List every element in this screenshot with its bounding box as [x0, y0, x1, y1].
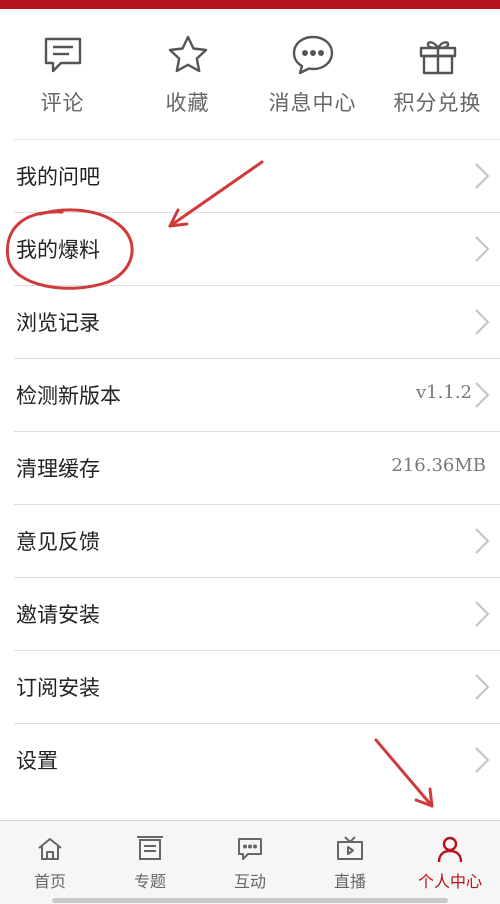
quick-label: 消息中心: [268, 91, 357, 115]
tab-topics[interactable]: 专题: [100, 821, 200, 904]
tv-icon: [335, 834, 365, 864]
menu-item-clear-cache[interactable]: 清理缓存 216.36MB: [14, 431, 500, 504]
menu-item-label: 设置: [16, 749, 58, 773]
tab-label: 直播: [333, 872, 366, 891]
menu-item-label: 清理缓存: [16, 457, 100, 481]
menu-item-my-wenba[interactable]: 我的问吧: [14, 139, 500, 212]
tab-label: 个人中心: [417, 872, 482, 891]
home-indicator: [52, 898, 448, 903]
quick-favorite[interactable]: 收藏: [125, 9, 250, 137]
tab-label: 互动: [233, 872, 266, 891]
comment-icon: [39, 31, 87, 79]
menu-item-check-update[interactable]: 检测新版本 v1.1.2: [14, 358, 500, 431]
chevron-right-icon: [475, 236, 490, 262]
chevron-right-icon: [475, 528, 490, 554]
menu-item-my-tips[interactable]: 我的爆料: [14, 212, 500, 285]
bottom-tab-bar: 首页 专题 互动 直播 个人中心: [0, 820, 500, 904]
menu-item-label: 邀请安装: [16, 603, 100, 627]
topic-icon: [135, 834, 165, 864]
quick-comment[interactable]: 评论: [0, 9, 125, 137]
menu-item-label: 我的问吧: [16, 165, 100, 189]
message-icon: [289, 31, 337, 79]
cache-size-value: 216.36MB: [391, 455, 486, 476]
menu-item-label: 意见反馈: [16, 530, 100, 554]
quick-points-exchange[interactable]: 积分兑换: [375, 9, 500, 137]
interact-icon: [235, 834, 265, 864]
person-icon: [435, 834, 465, 864]
menu-item-label: 浏览记录: [16, 311, 100, 335]
quick-label: 收藏: [165, 91, 210, 115]
tab-label: 首页: [33, 872, 66, 891]
quick-label: 积分兑换: [393, 91, 482, 115]
chevron-right-icon: [475, 163, 490, 189]
menu-item-invite-install[interactable]: 邀请安装: [14, 577, 500, 650]
menu-item-label: 检测新版本: [16, 384, 121, 408]
star-icon: [164, 31, 212, 79]
menu-item-settings[interactable]: 设置: [14, 723, 500, 796]
menu-item-label: 我的爆料: [16, 238, 100, 262]
tab-interact[interactable]: 互动: [200, 821, 300, 904]
menu-item-label: 订阅安装: [16, 676, 100, 700]
chevron-right-icon: [475, 382, 490, 408]
home-icon: [35, 834, 65, 864]
menu-item-subscribe-install[interactable]: 订阅安装: [14, 650, 500, 723]
version-value: v1.1.2: [416, 382, 472, 403]
gift-icon: [414, 31, 462, 79]
top-status-bar: [0, 0, 500, 9]
quick-messages[interactable]: 消息中心: [250, 9, 375, 137]
chevron-right-icon: [475, 309, 490, 335]
chevron-right-icon: [475, 674, 490, 700]
tab-live[interactable]: 直播: [300, 821, 400, 904]
tab-profile[interactable]: 个人中心: [400, 821, 500, 904]
chevron-right-icon: [475, 747, 490, 773]
quick-label: 评论: [40, 91, 85, 115]
menu-item-history[interactable]: 浏览记录: [14, 285, 500, 358]
quick-actions: 评论 收藏 消息中心 积分兑换: [0, 9, 500, 137]
menu-item-feedback[interactable]: 意见反馈: [14, 504, 500, 577]
tab-label: 专题: [133, 872, 166, 891]
settings-menu: 我的问吧 我的爆料 浏览记录 检测新版本 v1.1.2 清理缓存 216.36M…: [0, 139, 500, 796]
tab-home[interactable]: 首页: [0, 821, 100, 904]
chevron-right-icon: [475, 601, 490, 627]
